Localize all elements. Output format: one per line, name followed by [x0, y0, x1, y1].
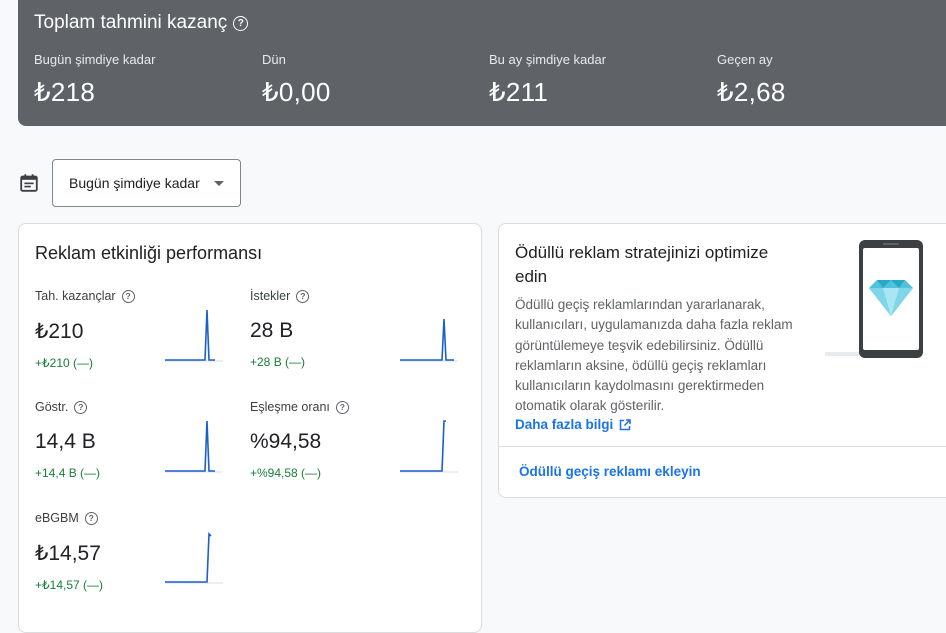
help-icon[interactable]: ?	[74, 400, 88, 414]
divider	[499, 446, 946, 447]
learn-more-label: Daha fazla bilgi	[515, 417, 614, 432]
stat-yesterday: Dün ₺0,00	[262, 52, 331, 108]
stat-last-month: Geçen ay ₺2,68	[717, 52, 786, 108]
metric-label-row: Eşleşme oranı ?	[250, 400, 460, 414]
stat-today: Bugün şimdiye kadar ₺218	[34, 52, 155, 108]
ad-activity-performance-card: Reklam etkinliği performansı Tah. kazanç…	[18, 223, 482, 633]
sparkline-chart	[165, 309, 223, 362]
date-filter-row: Bugün şimdiye kadar	[18, 159, 241, 207]
metric-label-row: Tah. kazançlar ?	[35, 289, 245, 303]
metric-estimated-earnings[interactable]: Tah. kazançlar ? ₺210 +₺210 (—)	[35, 289, 245, 389]
stat-value: ₺211	[489, 77, 549, 107]
help-icon[interactable]: ?	[233, 15, 249, 31]
stat-label: Dün	[262, 52, 286, 67]
metric-label-row: eBGBM ?	[35, 511, 245, 525]
date-range-dropdown[interactable]: Bugün şimdiye kadar	[52, 159, 241, 207]
metric-ecpm[interactable]: eBGBM ? ₺14,57 +₺14,57 (—)	[35, 511, 245, 611]
stat-this-month: Bu ay şimdiye kadar ₺211	[489, 52, 606, 108]
learn-more-link[interactable]: Daha fazla bilgi	[515, 417, 632, 432]
metric-requests[interactable]: İstekler ? 28 B +28 B (—)	[250, 289, 460, 389]
stat-label: Bugün şimdiye kadar	[34, 52, 156, 67]
earnings-summary-panel: Toplam tahmini kazanç ? Bugün şimdiye ka…	[18, 0, 946, 126]
promo-title: Ödüllü reklam stratejinizi optimize edin	[515, 243, 769, 286]
external-link-icon	[620, 418, 632, 430]
help-icon[interactable]: ?	[335, 400, 349, 414]
help-icon[interactable]: ?	[296, 289, 310, 303]
help-icon[interactable]: ?	[84, 511, 98, 525]
add-rewarded-interstitial-button[interactable]: Ödüllü geçiş reklamı ekleyin	[519, 464, 701, 479]
metric-label-row: Göstr. ?	[35, 400, 245, 414]
metric-label: Eşleşme oranı	[250, 400, 330, 414]
metric-label: Göstr.	[35, 400, 69, 414]
sparkline-chart	[165, 532, 223, 584]
stat-label: Geçen ay	[717, 52, 773, 67]
stat-value: ₺218	[34, 77, 96, 107]
metric-label: eBGBM	[35, 511, 79, 525]
phone-gem-illustration	[825, 240, 923, 358]
caret-down-icon	[213, 180, 224, 186]
stat-label: Bu ay şimdiye kadar	[489, 52, 607, 67]
card-title: Reklam etkinliği performansı	[35, 243, 263, 263]
metric-match-rate[interactable]: Eşleşme oranı ? %94,58 +%94,58 (—)	[250, 400, 460, 500]
sparkline-chart	[165, 420, 223, 473]
sparkline-chart	[400, 420, 458, 473]
promo-body: Ödüllü geçiş reklamlarından yararlanarak…	[515, 297, 793, 414]
sparkline-chart	[400, 318, 458, 362]
metric-label-row: İstekler ?	[250, 289, 460, 303]
stat-value: ₺2,68	[717, 77, 786, 107]
earnings-title: Toplam tahmini kazanç ?	[34, 12, 249, 34]
metric-label: İstekler	[250, 289, 291, 303]
rewarded-ads-promo-card: Ödüllü reklam stratejinizi optimize edin…	[498, 223, 946, 498]
earnings-title-text: Toplam tahmini kazanç	[34, 12, 228, 33]
stat-value: ₺0,00	[262, 77, 331, 107]
calendar-icon[interactable]	[18, 172, 40, 194]
metric-label: Tah. kazançlar	[35, 289, 116, 303]
date-range-value: Bugün şimdiye kadar	[69, 175, 200, 191]
help-icon[interactable]: ?	[121, 289, 135, 303]
metric-impressions[interactable]: Göstr. ? 14,4 B +14,4 B (—)	[35, 400, 245, 500]
